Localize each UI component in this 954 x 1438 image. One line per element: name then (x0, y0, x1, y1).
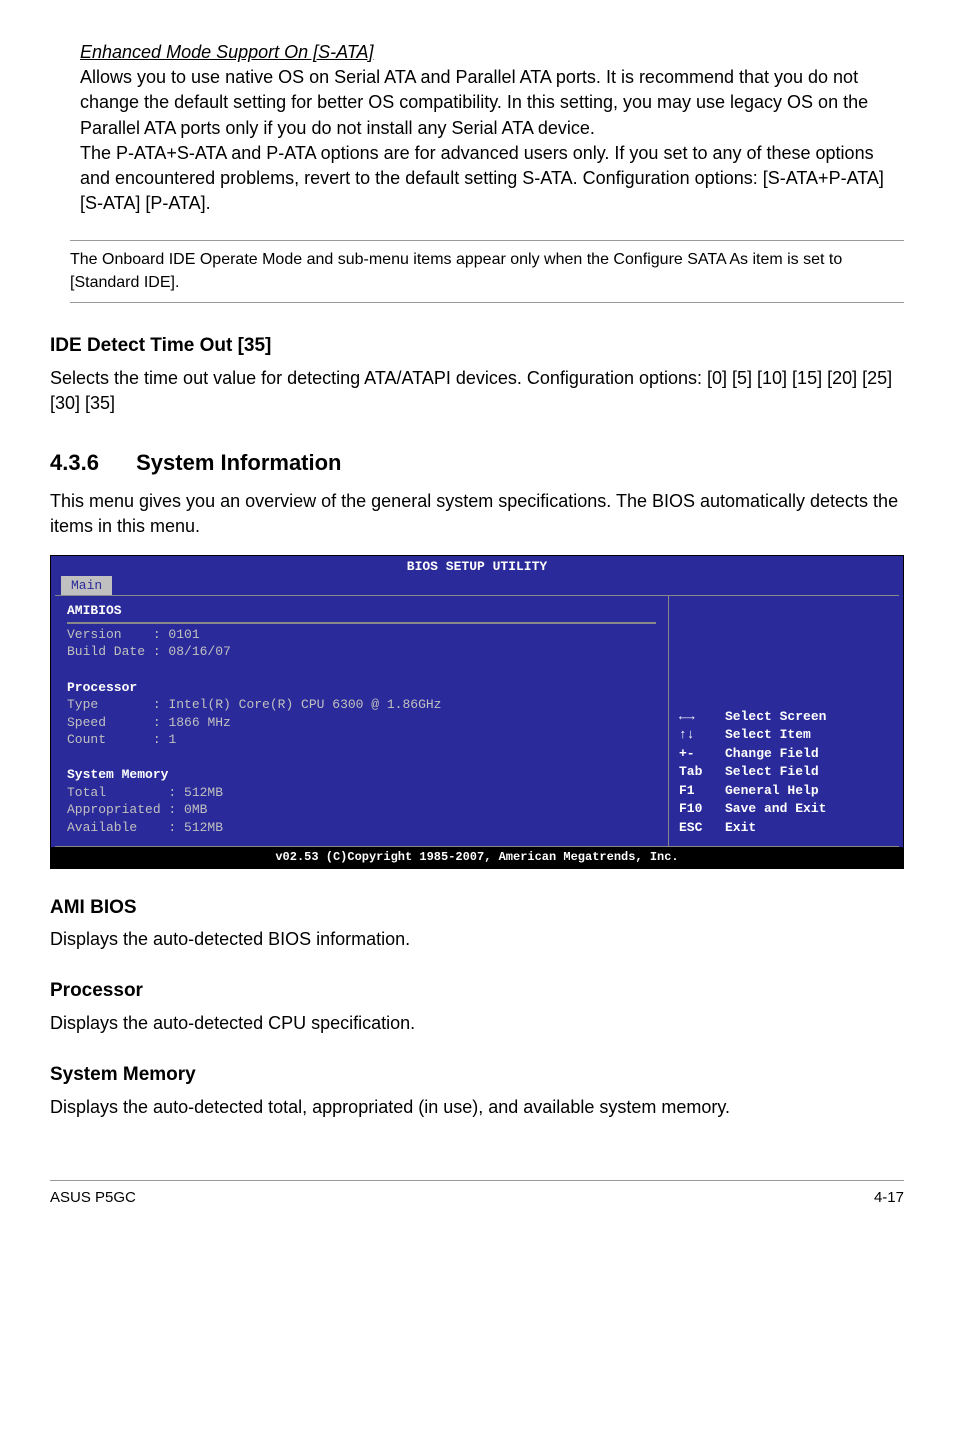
system-memory-para: Displays the auto-detected total, approp… (50, 1095, 904, 1120)
bios-proc-label: Processor (67, 680, 137, 695)
bios-left-panel: AMIBIOS Version : 0101 Build Date : 08/1… (55, 596, 669, 846)
bios-count-value: 1 (168, 732, 176, 747)
section-4-3-6-para: This menu gives you an overview of the g… (50, 489, 904, 539)
bios-total-label: Total (67, 785, 106, 800)
section-title: System Information (136, 450, 341, 475)
bios-appr-value: 0MB (184, 802, 207, 817)
processor-heading: Processor (50, 978, 904, 1005)
ami-bios-para: Displays the auto-detected BIOS informat… (50, 927, 904, 952)
bios-avail-label: Available (67, 820, 137, 835)
bios-type-label: Type (67, 697, 98, 712)
footer-left: ASUS P5GC (50, 1187, 136, 1208)
enhanced-mode-heading: Enhanced Mode Support On [S-ATA] (80, 42, 374, 62)
footer-right: 4-17 (874, 1187, 904, 1208)
section-number: 4.3.6 (50, 448, 130, 479)
help-val-esc: Exit (725, 819, 889, 837)
bios-avail-value: 512MB (184, 820, 223, 835)
help-val-pm: Change Field (725, 745, 889, 763)
help-key-tab: Tab (679, 763, 719, 781)
bios-right-panel: ←→ Select Screen ↑↓ Select Item +- Change F… (669, 596, 899, 846)
bios-version-label: Version (67, 627, 122, 642)
bios-builddate-value: 08/16/07 (168, 644, 230, 659)
processor-para: Displays the auto-detected CPU specifica… (50, 1011, 904, 1036)
bios-tab-main: Main (61, 576, 112, 596)
bios-title: BIOS SETUP UTILITY (51, 556, 903, 576)
section-4-3-6-heading: 4.3.6 System Information (50, 448, 904, 479)
bios-amibios-label: AMIBIOS (67, 603, 122, 618)
note-text: The Onboard IDE Operate Mode and sub-men… (70, 240, 904, 303)
help-val-ud: Select Item (725, 726, 889, 744)
ami-bios-heading: AMI BIOS (50, 895, 904, 922)
help-key-lr: ←→ (679, 708, 719, 726)
enhanced-mode-para2: The P-ATA+S-ATA and P-ATA options are fo… (80, 141, 904, 217)
bios-builddate-label: Build Date (67, 644, 145, 659)
help-key-esc: ESC (679, 819, 719, 837)
enhanced-mode-para1: Allows you to use native OS on Serial AT… (80, 65, 904, 141)
bios-speed-value: 1866 MHz (168, 715, 230, 730)
bios-appr-label: Appropriated (67, 802, 161, 817)
ide-detect-para: Selects the time out value for detecting… (50, 366, 904, 416)
help-val-tab: Select Field (725, 763, 889, 781)
ide-detect-heading: IDE Detect Time Out [35] (50, 333, 904, 360)
help-val-f10: Save and Exit (725, 800, 889, 818)
system-memory-heading: System Memory (50, 1062, 904, 1089)
help-key-ud: ↑↓ (679, 726, 719, 744)
bios-type-value: Intel(R) Core(R) CPU 6300 @ 1.86GHz (168, 697, 441, 712)
help-key-pm: +- (679, 745, 719, 763)
help-key-f10: F10 (679, 800, 719, 818)
bios-total-value: 512MB (184, 785, 223, 800)
bios-count-label: Count (67, 732, 106, 747)
bios-footer: v02.53 (C)Copyright 1985-2007, American … (51, 847, 903, 867)
bios-mem-label: System Memory (67, 767, 168, 782)
bios-version-value: 0101 (168, 627, 199, 642)
help-val-lr: Select Screen (725, 708, 889, 726)
help-key-f1: F1 (679, 782, 719, 800)
bios-screenshot: BIOS SETUP UTILITY Main AMIBIOS Version … (50, 555, 904, 868)
bios-speed-label: Speed (67, 715, 106, 730)
help-val-f1: General Help (725, 782, 889, 800)
